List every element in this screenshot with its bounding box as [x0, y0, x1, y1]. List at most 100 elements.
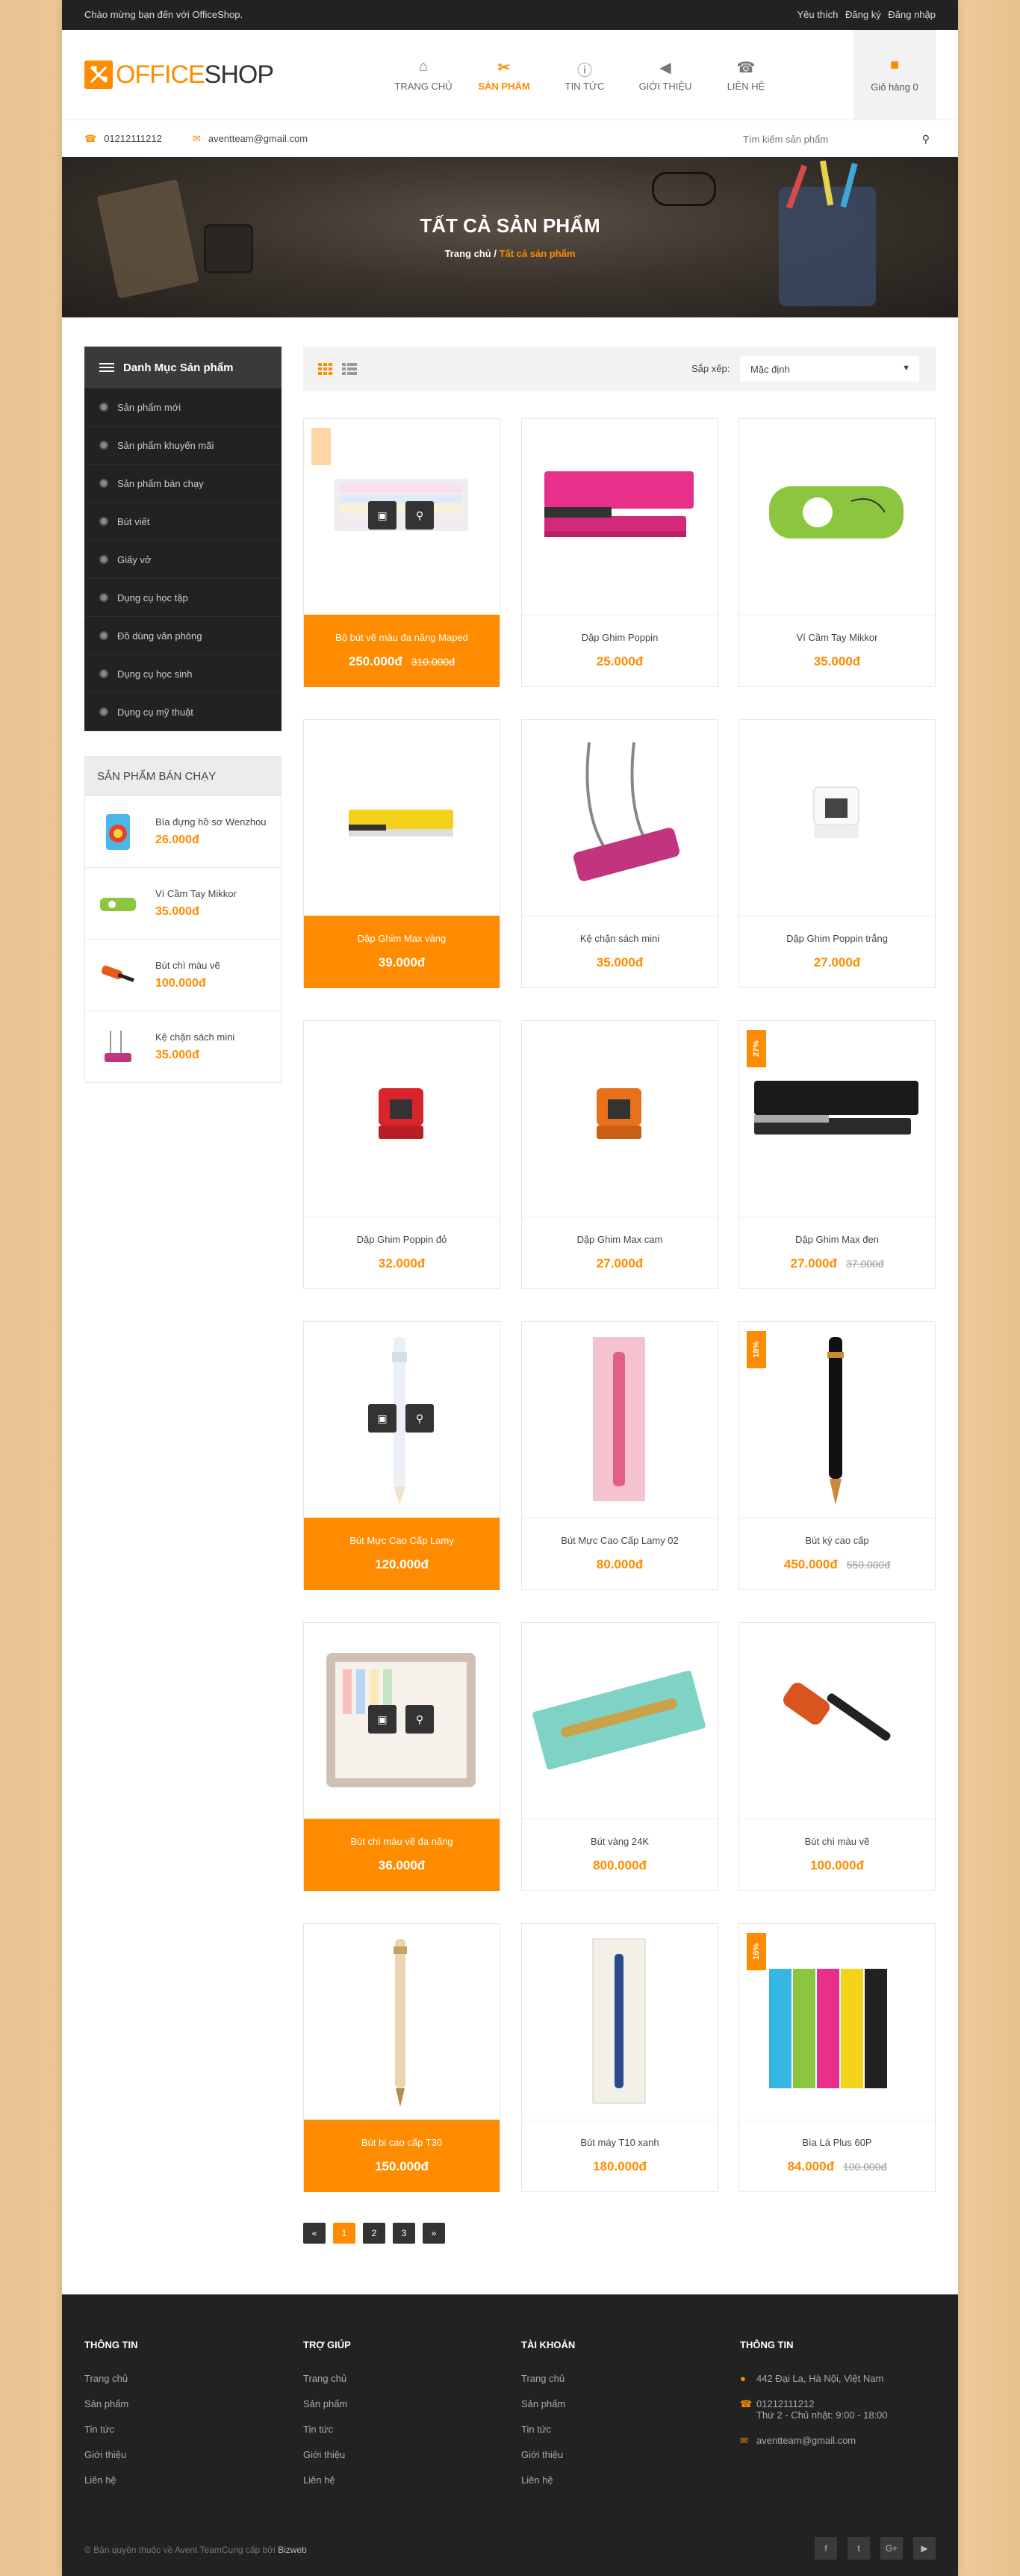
product-card[interactable]: 27% Dập Ghim Max đen 27.000đ 37.000đ: [738, 1020, 936, 1289]
footer-link[interactable]: Trang chủ: [303, 2373, 490, 2384]
footer-link[interactable]: Liên hệ: [303, 2474, 490, 2486]
product-name[interactable]: Bút chì màu vẽ đa năng: [304, 1836, 500, 1848]
login-link[interactable]: Đăng nhập: [888, 9, 936, 20]
product-name[interactable]: Kệ chặn sách mini: [522, 933, 718, 945]
footer-link[interactable]: Trang chủ: [521, 2373, 708, 2384]
sort-select[interactable]: Mặc định ▼: [740, 356, 919, 382]
product-name[interactable]: Dập Ghim Poppin: [522, 632, 718, 644]
product-card[interactable]: ▣ ⚲ Bộ bút vẽ màu đa năng Maped 250.000đ 310…: [303, 418, 500, 687]
product-image[interactable]: [739, 720, 935, 916]
list-view-icon[interactable]: [342, 363, 357, 379]
nav-products[interactable]: ✂ SẢN PHẨM: [464, 30, 544, 120]
bestseller-item[interactable]: Bìa đựng hồ sơ Wenzhou 26.000đ: [85, 795, 281, 867]
product-name[interactable]: Bút bi cao cấp T30: [304, 2137, 500, 2149]
product-name[interactable]: Bút Mực Cao Cấp Lamy: [304, 1535, 500, 1547]
category-item[interactable]: Sản phẩm mới: [84, 388, 282, 426]
footer-link[interactable]: Giới thiệu: [84, 2449, 271, 2460]
product-name[interactable]: Dập Ghim Max đen: [739, 1234, 935, 1246]
product-name[interactable]: Dập Ghim Max cam: [522, 1234, 718, 1246]
product-name[interactable]: Bìa Lá Plus 60P: [739, 2137, 935, 2149]
product-image[interactable]: [522, 720, 718, 916]
product-card[interactable]: Bút vàng 24K 800.000đ: [521, 1622, 718, 1891]
register-link[interactable]: Đăng ký: [845, 9, 881, 20]
product-image[interactable]: [739, 1021, 935, 1217]
product-image[interactable]: [522, 419, 718, 615]
product-image[interactable]: [304, 1021, 500, 1217]
bestseller-item[interactable]: Ví Cầm Tay Mikkor 35.000đ: [85, 867, 281, 939]
footer-link[interactable]: Liên hệ: [84, 2474, 271, 2486]
product-card[interactable]: Bút bi cao cấp T30 150.000đ: [303, 1923, 500, 2192]
product-image[interactable]: [522, 1322, 718, 1518]
product-card[interactable]: Kệ chặn sách mini 35.000đ: [521, 719, 718, 988]
twitter-icon[interactable]: t: [848, 2537, 870, 2560]
category-item[interactable]: Dụng cụ học sinh: [84, 655, 282, 693]
product-card[interactable]: 18% Bút ký cao cấp 450.000đ 550.000đ: [738, 1321, 936, 1590]
product-card[interactable]: Bút chì màu vẽ 100.000đ: [738, 1622, 936, 1891]
wishlist-link[interactable]: Yêu thích: [797, 9, 838, 20]
category-item[interactable]: Dụng cụ mỹ thuật: [84, 693, 282, 731]
pager-prev[interactable]: «: [303, 2223, 326, 2244]
product-card[interactable]: ▣ ⚲ Bút Mực Cao Cấp Lamy 120.000đ: [303, 1321, 500, 1590]
google-plus-icon[interactable]: G+: [880, 2537, 903, 2560]
provider-link[interactable]: Bizweb: [278, 2545, 307, 2555]
product-name[interactable]: Ví Cầm Tay Mikkor: [739, 632, 935, 644]
footer-link[interactable]: Sản phẩm: [303, 2398, 490, 2409]
footer-link[interactable]: Sản phẩm: [84, 2398, 271, 2409]
breadcrumb-home[interactable]: Trang chủ: [445, 248, 491, 259]
pager-page-1[interactable]: 1: [333, 2223, 355, 2244]
footer-link[interactable]: Giới thiệu: [303, 2449, 490, 2460]
product-name[interactable]: Bút ký cao cấp: [739, 1535, 935, 1547]
category-item[interactable]: Dụng cụ học tập: [84, 579, 282, 617]
footer-link[interactable]: Tin tức: [84, 2424, 271, 2435]
add-to-cart-icon[interactable]: ▣: [368, 1705, 397, 1734]
product-name[interactable]: Dập Ghim Poppin trắng: [739, 933, 935, 945]
product-card[interactable]: 16% Bìa Lá Plus 60P 84.000đ 100.000đ: [738, 1923, 936, 2192]
product-card[interactable]: Ví Cầm Tay Mikkor 35.000đ: [738, 418, 936, 687]
quick-view-icon[interactable]: ⚲: [405, 1404, 434, 1433]
footer-link[interactable]: Sản phẩm: [521, 2398, 708, 2409]
product-image[interactable]: [739, 1623, 935, 1819]
add-to-cart-icon[interactable]: ▣: [368, 1404, 397, 1433]
category-item[interactable]: Giấy vở: [84, 541, 282, 579]
grid-view-icon[interactable]: [318, 363, 333, 379]
product-name[interactable]: Bộ bút vẽ màu đa năng Maped: [304, 632, 500, 644]
search-input[interactable]: [741, 126, 916, 152]
bestseller-item[interactable]: Bút chì màu vẽ 100.000đ: [85, 939, 281, 1011]
product-name[interactable]: Bút vàng 24K: [522, 1836, 718, 1848]
pager-page-3[interactable]: 3: [393, 2223, 415, 2244]
cart-button[interactable]: ■ Giỏ hàng 0: [853, 30, 936, 120]
product-card[interactable]: Dập Ghim Max cam 27.000đ: [521, 1020, 718, 1289]
youtube-icon[interactable]: ▶: [913, 2537, 936, 2560]
product-name[interactable]: Bút chì màu vẽ: [739, 1836, 935, 1848]
product-image[interactable]: [739, 1322, 935, 1518]
product-name[interactable]: Dập Ghim Max vàng: [304, 933, 500, 945]
category-item[interactable]: Đồ dùng văn phòng: [84, 617, 282, 655]
footer-link[interactable]: Giới thiệu: [521, 2449, 708, 2460]
product-card[interactable]: Dập Ghim Poppin 25.000đ: [521, 418, 718, 687]
site-logo[interactable]: OFFICESHOP: [84, 60, 274, 90]
nav-news[interactable]: ⓘ TIN TỨC: [544, 30, 625, 120]
pager-next[interactable]: »: [423, 2223, 445, 2244]
product-card[interactable]: Dập Ghim Max vàng 39.000đ: [303, 719, 500, 988]
quick-view-icon[interactable]: ⚲: [405, 501, 434, 530]
product-name[interactable]: Bút Mực Cao Cấp Lamy 02: [522, 1535, 718, 1547]
product-image[interactable]: [739, 419, 935, 615]
category-item[interactable]: Bút viết: [84, 503, 282, 541]
nav-contact[interactable]: ☎ LIÊN HỆ: [706, 30, 786, 120]
product-card[interactable]: Bút máy T10 xanh 180.000đ: [521, 1923, 718, 2192]
product-card[interactable]: Dập Ghim Poppin trắng 27.000đ: [738, 719, 936, 988]
nav-about[interactable]: ◀ GIỚI THIỆU: [625, 30, 706, 120]
footer-link[interactable]: Tin tức: [303, 2424, 490, 2435]
add-to-cart-icon[interactable]: ▣: [368, 501, 397, 530]
category-item[interactable]: Sản phẩm bán chạy: [84, 465, 282, 503]
footer-link[interactable]: Trang chủ: [84, 2373, 271, 2384]
product-image[interactable]: [304, 720, 500, 916]
product-image[interactable]: [522, 1021, 718, 1217]
category-item[interactable]: Sản phẩm khuyến mãi: [84, 426, 282, 465]
product-image[interactable]: [304, 1924, 500, 2120]
quick-view-icon[interactable]: ⚲: [405, 1705, 434, 1734]
product-image[interactable]: [522, 1623, 718, 1819]
footer-link[interactable]: Liên hệ: [521, 2474, 708, 2486]
nav-home[interactable]: ⌂ TRANG CHỦ: [383, 30, 464, 120]
product-name[interactable]: Dập Ghim Poppin đỏ: [304, 1234, 500, 1246]
